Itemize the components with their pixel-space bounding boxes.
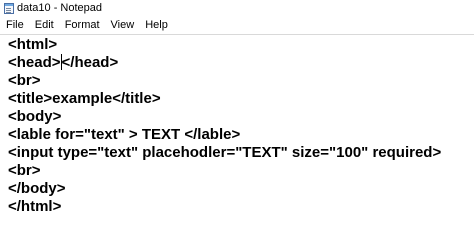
editor-line: </body> bbox=[8, 180, 66, 198]
notepad-window: data10 - Notepad File Edit Format View H… bbox=[0, 0, 474, 248]
editor-line: <title>example</title> bbox=[8, 90, 161, 108]
line-text: <br> bbox=[8, 72, 41, 89]
menu-help[interactable]: Help bbox=[140, 16, 168, 34]
editor-line: <br> bbox=[8, 162, 41, 180]
menu-bar: File Edit Format View Help bbox=[0, 16, 474, 34]
line-text: </body> bbox=[8, 180, 66, 197]
menu-view[interactable]: View bbox=[106, 16, 135, 34]
line-text: <title>example</title> bbox=[8, 90, 161, 107]
menu-format[interactable]: Format bbox=[60, 16, 100, 34]
line-text: <br> bbox=[8, 162, 41, 179]
notepad-icon bbox=[4, 2, 14, 14]
menu-file[interactable]: File bbox=[0, 16, 24, 34]
editor-line: <input type="text" placehodler="TEXT" si… bbox=[8, 144, 441, 162]
editor-line: <html> bbox=[8, 36, 57, 54]
editor-line: <br> bbox=[8, 72, 41, 90]
editor-line: <body> bbox=[8, 108, 61, 126]
line-text: <lable for="text" > TEXT </lable> bbox=[8, 126, 241, 143]
line-text: </head> bbox=[61, 54, 119, 71]
line-text: <html> bbox=[8, 36, 58, 53]
menu-edit[interactable]: Edit bbox=[30, 16, 54, 34]
editor-line: <head></head> bbox=[8, 54, 118, 72]
editor-line: <lable for="text" > TEXT </lable> bbox=[8, 126, 240, 144]
editor-line: </html> bbox=[8, 198, 61, 216]
window-title: data10 - Notepad bbox=[17, 2, 103, 14]
line-text: <input type="text" placehodler="TEXT" si… bbox=[8, 144, 442, 161]
line-text: </html> bbox=[8, 198, 62, 215]
line-text: <body> bbox=[8, 108, 62, 125]
text-editor-area[interactable]: <html> <head></head> <br> <title>example… bbox=[0, 35, 474, 248]
title-bar[interactable]: data10 - Notepad bbox=[0, 0, 474, 16]
line-text: <head> bbox=[8, 54, 61, 71]
